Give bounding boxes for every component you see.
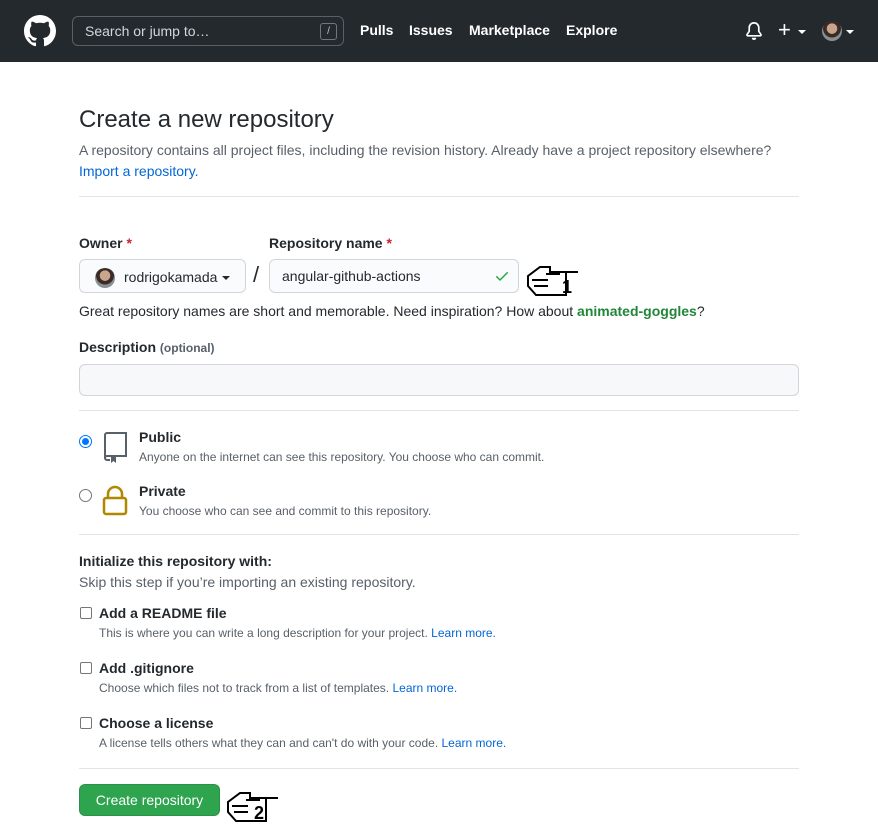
bell-icon[interactable] bbox=[745, 22, 763, 40]
initialize-subtitle: Skip this step if you’re importing an ex… bbox=[79, 574, 416, 590]
create-repository-button[interactable]: Create repository bbox=[79, 784, 220, 816]
top-header: Search or jump to… / Pulls Issues Market… bbox=[0, 0, 878, 62]
new-menu-caret-icon[interactable] bbox=[798, 30, 806, 34]
description-input[interactable] bbox=[79, 364, 799, 396]
nav-marketplace[interactable]: Marketplace bbox=[469, 22, 550, 38]
page-title: Create a new repository bbox=[79, 106, 334, 133]
page-intro: A repository contains all project files,… bbox=[79, 140, 799, 182]
description-label: Description (optional) bbox=[79, 339, 215, 355]
license-description: A license tells others what they can and… bbox=[99, 736, 507, 750]
nav-explore[interactable]: Explore bbox=[566, 22, 617, 38]
owner-select[interactable]: rodrigokamada bbox=[79, 259, 246, 293]
optional-tag: (optional) bbox=[159, 341, 215, 355]
owner-name: rodrigokamada bbox=[124, 269, 218, 285]
public-description: Anyone on the internet can see this repo… bbox=[139, 450, 545, 464]
public-radio[interactable] bbox=[79, 435, 92, 448]
suggested-name-link[interactable]: animated-goggles bbox=[577, 303, 697, 319]
divider bbox=[79, 534, 799, 535]
owner-repo-separator: / bbox=[253, 262, 260, 287]
divider bbox=[79, 768, 799, 769]
repo-name-hint: Great repository names are short and mem… bbox=[79, 303, 705, 319]
private-radio[interactable] bbox=[79, 489, 92, 502]
nav-issues[interactable]: Issues bbox=[409, 22, 453, 38]
license-learn-more-link[interactable]: Learn more. bbox=[442, 736, 507, 750]
nav-pulls[interactable]: Pulls bbox=[360, 22, 393, 38]
gitignore-learn-more-link[interactable]: Learn more. bbox=[392, 681, 457, 695]
private-description: You choose who can see and commit to thi… bbox=[139, 504, 432, 518]
pointing-hand-icon: 1 bbox=[527, 266, 578, 297]
chevron-down-icon bbox=[222, 276, 230, 280]
check-icon bbox=[496, 272, 508, 281]
divider bbox=[79, 196, 799, 197]
readme-description: This is where you can write a long descr… bbox=[99, 626, 496, 640]
gitignore-title: Add .gitignore bbox=[99, 660, 194, 676]
readme-checkbox[interactable] bbox=[80, 607, 92, 619]
license-title: Choose a license bbox=[99, 715, 214, 731]
owner-label: Owner * bbox=[79, 235, 132, 251]
repository-name-input[interactable] bbox=[269, 259, 519, 293]
private-title: Private bbox=[139, 483, 186, 499]
plus-icon[interactable]: + bbox=[778, 18, 791, 42]
gitignore-description: Choose which files not to track from a l… bbox=[99, 681, 458, 695]
repo-icon bbox=[103, 432, 127, 463]
user-menu-caret-icon[interactable] bbox=[846, 30, 854, 34]
search-shortcut-badge: / bbox=[320, 23, 337, 40]
repository-name-label: Repository name * bbox=[269, 235, 392, 251]
initialize-title: Initialize this repository with: bbox=[79, 553, 272, 569]
readme-title: Add a README file bbox=[99, 605, 227, 621]
license-checkbox[interactable] bbox=[80, 717, 92, 729]
public-title: Public bbox=[139, 429, 182, 445]
readme-learn-more-link[interactable]: Learn more. bbox=[431, 626, 496, 640]
intro-text: A repository contains all project files,… bbox=[79, 142, 772, 158]
search-input[interactable]: Search or jump to… / bbox=[72, 16, 344, 46]
pointing-hand-icon: 2 bbox=[227, 792, 278, 823]
import-repository-link[interactable]: Import a repository. bbox=[79, 163, 199, 179]
annotation-1: 1 bbox=[562, 277, 572, 297]
gitignore-checkbox[interactable] bbox=[80, 662, 92, 674]
lock-icon bbox=[102, 485, 128, 516]
search-placeholder: Search or jump to… bbox=[85, 23, 210, 39]
github-logo-icon[interactable] bbox=[24, 15, 56, 47]
user-avatar[interactable] bbox=[822, 21, 842, 41]
annotation-2: 2 bbox=[254, 803, 264, 823]
owner-avatar bbox=[95, 268, 115, 288]
divider bbox=[79, 410, 799, 411]
